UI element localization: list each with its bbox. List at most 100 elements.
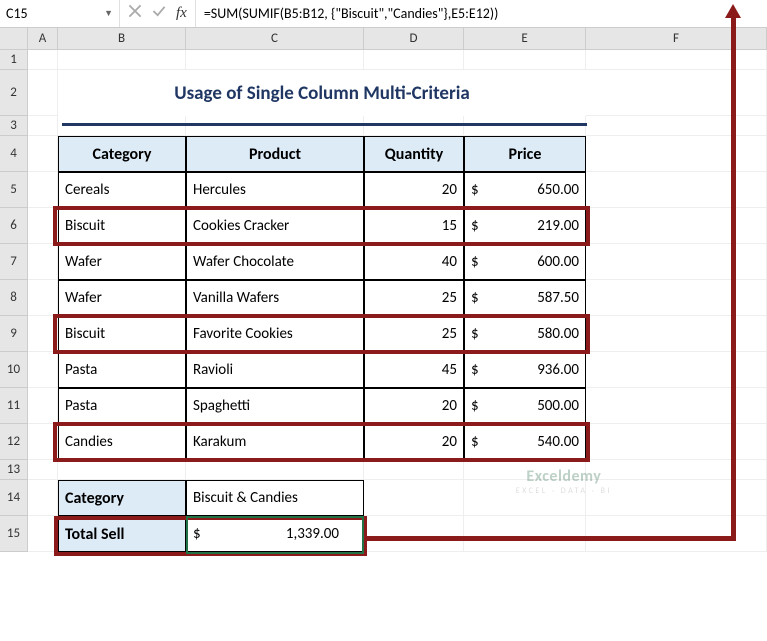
cell[interactable] [28,70,58,116]
cell-price[interactable]: $936.00 [464,352,586,388]
cell-quantity[interactable]: 15 [364,208,464,244]
row-header[interactable]: 10 [0,352,28,388]
row-header[interactable]: 4 [0,136,28,172]
col-header[interactable]: A [28,28,58,49]
cell-category[interactable]: Biscuit [58,316,186,352]
cell-price[interactable]: $219.00 [464,208,586,244]
cell[interactable] [58,50,186,70]
cell-product[interactable]: Karakum [186,424,364,460]
row-header[interactable]: 13 [0,460,28,480]
cell-product[interactable]: Cookies Cracker [186,208,364,244]
cell-price[interactable]: $500.00 [464,388,586,424]
row-header[interactable]: 12 [0,424,28,460]
row-header[interactable]: 8 [0,280,28,316]
col-header[interactable]: C [186,28,364,49]
select-all-corner[interactable] [0,28,28,49]
enter-icon[interactable] [152,4,166,23]
cell[interactable] [28,388,58,424]
row-header[interactable]: 7 [0,244,28,280]
col-header[interactable]: D [364,28,464,49]
cell[interactable] [28,516,58,552]
cell[interactable] [586,516,767,552]
cell[interactable] [186,116,364,136]
cell[interactable] [464,116,586,136]
cell-product[interactable]: Wafer Chocolate [186,244,364,280]
cell[interactable] [58,116,186,136]
col-header[interactable]: B [58,28,186,49]
formula-input[interactable]: =SUM(SUMIF(B5:B12, {"Biscuit","Candies"}… [196,5,767,22]
cell[interactable] [28,316,58,352]
cell[interactable] [28,208,58,244]
cell[interactable] [586,352,767,388]
cell-product[interactable]: Favorite Cookies [186,316,364,352]
table-header-product[interactable]: Product [186,136,364,172]
cell-quantity[interactable]: 45 [364,352,464,388]
cell[interactable] [586,460,767,480]
cell[interactable] [364,116,464,136]
cell[interactable] [28,50,58,70]
row-header[interactable]: 14 [0,480,28,516]
cell-category[interactable]: Pasta [58,352,186,388]
cell[interactable] [364,480,464,516]
row-header[interactable]: 2 [0,70,28,116]
cell[interactable] [364,516,464,552]
row-header[interactable]: 5 [0,172,28,208]
cell[interactable] [586,316,767,352]
cell[interactable] [364,460,464,480]
row-header[interactable]: 15 [0,516,28,552]
cell-price[interactable]: $650.00 [464,172,586,208]
row-header[interactable]: 1 [0,50,28,70]
cell-category[interactable]: Wafer [58,280,186,316]
cell[interactable] [586,208,767,244]
cell-category[interactable]: Cereals [58,172,186,208]
row-header[interactable]: 6 [0,208,28,244]
table-header-quantity[interactable]: Quantity [364,136,464,172]
cell-category[interactable]: Wafer [58,244,186,280]
cell[interactable] [464,516,586,552]
summary-total-label[interactable]: Total Sell [58,516,186,552]
cell-quantity[interactable]: 20 [364,388,464,424]
fx-icon[interactable]: fx [176,5,187,22]
cell[interactable] [586,424,767,460]
cell[interactable] [586,244,767,280]
cell-product[interactable]: Ravioli [186,352,364,388]
cell-quantity[interactable]: 40 [364,244,464,280]
cell-quantity[interactable]: 20 [364,424,464,460]
cell[interactable] [586,388,767,424]
cell[interactable] [28,460,58,480]
cell[interactable] [464,50,586,70]
cell-price[interactable]: $587.50 [464,280,586,316]
cell-quantity[interactable]: 25 [364,280,464,316]
cell[interactable] [586,480,767,516]
cell-product[interactable]: Vanilla Wafers [186,280,364,316]
cell[interactable] [28,480,58,516]
row-header[interactable]: 3 [0,116,28,136]
cell[interactable] [464,480,586,516]
chevron-down-icon[interactable]: ▼ [104,8,113,19]
cell-price[interactable]: $540.00 [464,424,586,460]
name-box[interactable]: C15 ▼ [0,0,120,27]
cell[interactable] [464,460,586,480]
cell[interactable] [586,172,767,208]
cell[interactable] [58,460,186,480]
cell[interactable] [586,280,767,316]
summary-category-value[interactable]: Biscuit & Candies [186,480,364,516]
cell-product[interactable]: Spaghetti [186,388,364,424]
summary-category-label[interactable]: Category [58,480,186,516]
cell[interactable] [586,50,767,70]
cell-price[interactable]: $580.00 [464,316,586,352]
cell-category[interactable]: Biscuit [58,208,186,244]
cell-category[interactable]: Pasta [58,388,186,424]
cell[interactable] [28,172,58,208]
cell[interactable] [586,70,767,116]
col-header[interactable]: E [464,28,586,49]
col-header[interactable]: F [586,28,767,49]
row-header[interactable]: 11 [0,388,28,424]
table-header-category[interactable]: Category [58,136,186,172]
cell[interactable] [586,136,767,172]
summary-total-value[interactable]: $ 1,339.00 [186,516,364,552]
cell[interactable] [28,280,58,316]
table-header-price[interactable]: Price [464,136,586,172]
page-title[interactable]: Usage of Single Column Multi-Criteria [58,70,586,116]
cell[interactable] [28,244,58,280]
